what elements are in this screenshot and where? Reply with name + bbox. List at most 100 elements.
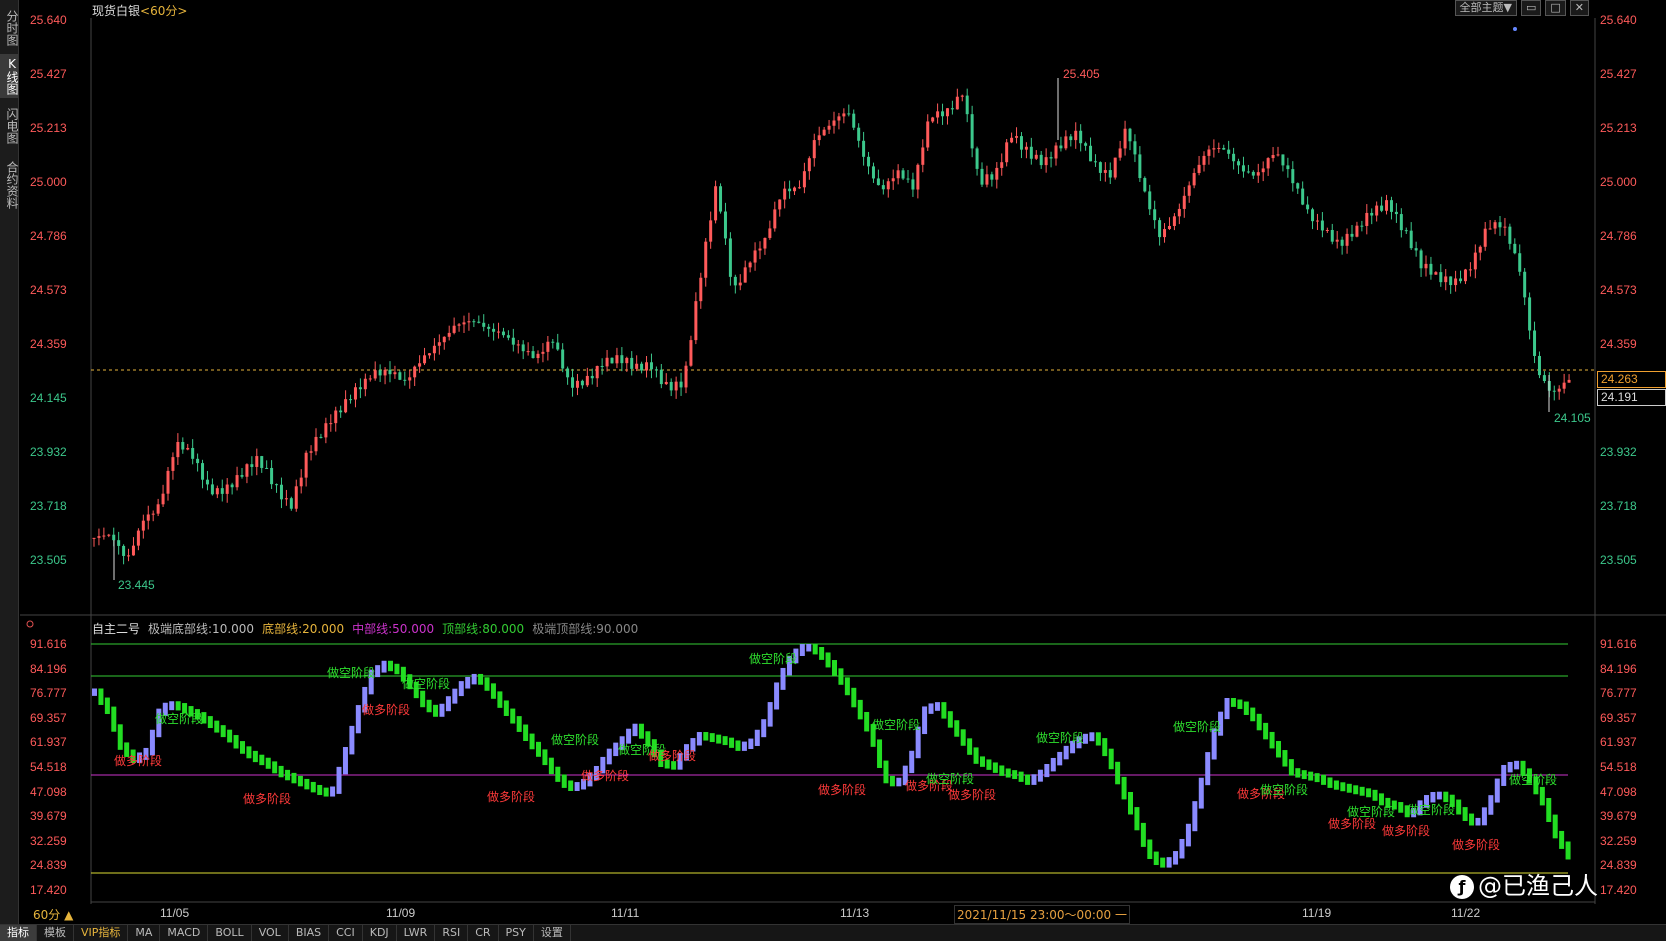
indicator-bar [1539,786,1545,806]
candle-body [1345,233,1349,246]
tab-rsi[interactable]: RSI [435,925,469,941]
tab-lwr[interactable]: LWR [397,925,436,941]
candle-body [1251,171,1255,176]
tab-settings[interactable]: 设置 [534,925,571,941]
candle-body [418,363,422,367]
indicator-bar [851,687,857,708]
candle-body [881,185,885,190]
indicator-bar [967,738,973,755]
marker-dot [1513,27,1517,31]
tab-indicators[interactable]: 指标 [0,925,37,941]
candle-body [763,237,767,249]
indicator-y-label: 61.937 [1600,735,1637,750]
indicator-bar [857,699,863,720]
candle-body [723,211,727,239]
indicator-bar [542,749,548,766]
candle-body [1167,225,1171,230]
tab-kdj[interactable]: KDJ [363,925,397,941]
candle-body [862,140,866,157]
x-date: 11/22 [1451,906,1481,920]
candle-body [1217,147,1221,149]
indicator-bar [980,756,985,767]
candle-body [1207,149,1211,156]
candle-body [388,369,392,375]
candle-body [1212,148,1216,150]
indicator-bar [291,772,297,784]
candle-body [941,111,945,117]
candle-body [1128,128,1132,142]
candle-body [1350,233,1354,237]
bear-stage-label: 做空阶段 [926,772,975,786]
indicator-bar [1179,838,1185,859]
candle-body [383,369,387,376]
candle-body [901,170,905,179]
y-label: 24.786 [1600,229,1637,243]
indicator-name[interactable]: 自主二号 [92,622,140,636]
candle-body [1542,375,1546,382]
indicator-bar [1288,759,1294,776]
tab-ma[interactable]: MA [128,925,161,941]
indicator-y-label: 61.937 [30,735,67,750]
candle-body [916,164,920,190]
indicator-bar [1565,841,1571,860]
indicator-bar [1346,783,1352,793]
tab-cci[interactable]: CCI [329,925,363,941]
indicator-bar [297,775,303,787]
tab-vol[interactable]: VOL [252,925,289,941]
tab-templates[interactable]: 模板 [37,925,74,941]
candle-body [1029,146,1033,159]
candle-body [452,325,456,333]
candle-body [975,148,979,169]
period-selector[interactable]: 60分 ▲ [33,906,73,923]
indicator-bar [252,750,258,763]
indicator-y-label: 84.196 [1600,661,1637,676]
indicator-bar [722,736,728,746]
candle-body [136,530,140,546]
candle-body [1098,162,1102,173]
indicator-bar [696,732,702,746]
bear-stage-label: 做空阶段 [1260,783,1309,797]
candle-body [210,484,214,495]
tab-cr[interactable]: CR [468,925,499,941]
tab-bias[interactable]: BIAS [289,925,330,941]
indicator-bar [246,746,252,759]
y-label: 23.932 [1600,445,1637,459]
indicator-y-label: 76.777 [1600,686,1637,701]
candle-body [1454,278,1458,286]
candle-body [556,342,560,350]
indicator-bar [825,652,831,668]
candle-body [585,375,589,386]
candle-body [709,220,713,242]
x-date: 11/11 [611,906,640,920]
candle-body [1385,200,1389,211]
candle-body [289,498,293,509]
candle-body [353,387,357,400]
indicator-bar [1243,701,1249,715]
tab-macd[interactable]: MACD [160,925,209,941]
candle-body [1296,183,1300,189]
indicator-bar [484,677,490,691]
candle-body [649,362,653,370]
indicator-bar [1095,732,1101,746]
indicator-bar [1456,799,1462,815]
indicator-bar [355,705,361,734]
low-label-right: 24.105 [1554,411,1591,425]
candle-body [1227,149,1231,154]
candle-body [358,387,362,390]
candle-body [1444,276,1448,283]
indicator-bar [934,702,940,711]
tab-psy[interactable]: PSY [499,925,534,941]
candle-body [1419,250,1423,269]
cursor-price-box: 24.191 [1597,389,1666,406]
tab-vip-indicators[interactable]: VIP指标 [74,925,129,941]
indicator-bar [799,644,805,656]
candle-body [1335,239,1339,242]
candle-body [1241,165,1245,172]
bear-stage-label: 做空阶段 [402,677,451,691]
candle-body [857,127,861,141]
candle-body [561,349,565,369]
candle-body [1380,205,1384,211]
candle-body [1108,170,1112,178]
candle-body [117,540,121,546]
tab-boll[interactable]: BOLL [208,925,252,941]
